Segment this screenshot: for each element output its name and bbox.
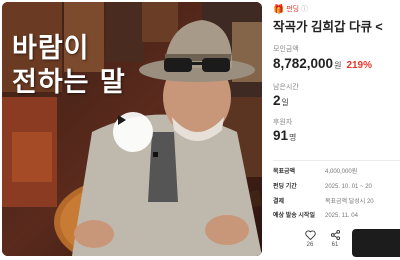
detail-value: 목표금액 달성시 20 <box>325 199 374 205</box>
video-thumbnail[interactable]: 바람이 전하는 말 <box>2 2 262 256</box>
detail-key: 펀딩 기간 <box>273 184 297 190</box>
play-button[interactable] <box>113 112 153 152</box>
share-button[interactable]: 61 <box>325 230 345 248</box>
project-title: 작곡가 김희갑 다큐 < <box>273 20 383 34</box>
info-icon[interactable]: ⓘ <box>301 4 308 14</box>
detail-value: 2025. 10. 01 ~ 20 <box>325 184 372 190</box>
share-count: 61 <box>331 242 339 248</box>
raised-unit: 원 <box>334 61 342 70</box>
detail-key: 예상 발송 시작일 <box>273 213 315 219</box>
remaining-label: 남은시간 <box>273 84 299 91</box>
gift-icon: 🎁 <box>273 3 285 14</box>
like-count: 26 <box>306 242 314 248</box>
funding-badge: 🎁 펀딩 ⓘ <box>273 2 308 16</box>
raised-label: 모인금액 <box>273 46 299 53</box>
remaining-row: 2일 <box>273 93 289 108</box>
backers-label: 후원자 <box>273 119 293 126</box>
detail-row-period: 펀딩 기간 2025. 10. 01 ~ 20 <box>273 181 372 190</box>
raised-amount: 8,782,000 <box>273 56 334 71</box>
play-icon <box>118 115 126 125</box>
remaining-unit: 일 <box>281 98 289 107</box>
like-button[interactable]: 26 <box>300 230 320 248</box>
heart-icon <box>304 230 316 240</box>
detail-value: 4,000,000원 <box>325 169 358 175</box>
divider <box>273 160 400 161</box>
detail-row-payment: 결제 목표금액 달성시 20 <box>273 196 374 205</box>
backers-unit: 명 <box>289 133 297 142</box>
remaining-value: 2 <box>273 93 281 108</box>
overlay-title-line2: 전하는 말 <box>12 67 126 98</box>
fund-button[interactable] <box>352 229 400 257</box>
detail-row-shipping: 예상 발송 시작일 2025. 11. 04 <box>273 210 358 219</box>
raised-percent: 219% <box>346 60 373 71</box>
backers-row: 91명 <box>273 128 296 143</box>
badge-label: 펀딩 <box>286 6 300 13</box>
overlay-title-line1: 바람이 <box>12 33 90 64</box>
detail-row-goal: 목표금액 4,000,000원 <box>273 166 357 175</box>
raised-amount-row: 8,782,000원 219% <box>273 56 372 71</box>
detail-key: 목표금액 <box>273 169 296 175</box>
share-icon <box>330 230 340 240</box>
overlay-title: 바람이 전하는 말 <box>12 32 126 100</box>
detail-key: 결제 <box>273 199 285 205</box>
backers-value: 91 <box>273 128 289 143</box>
detail-value: 2025. 11. 04 <box>325 213 358 219</box>
